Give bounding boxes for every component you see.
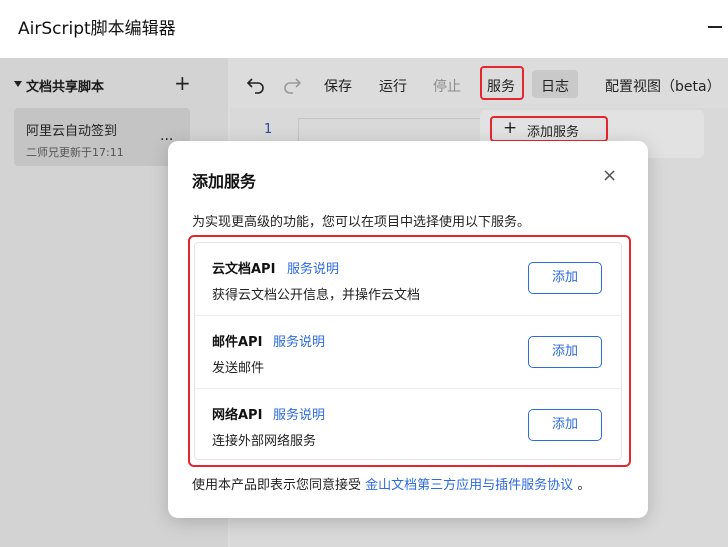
save-button[interactable]: 保存 [324,76,352,96]
dialog-title: 添加服务 [192,172,257,191]
code-line[interactable] [298,118,488,142]
caret-down-icon[interactable] [14,81,22,87]
app-title: AirScript脚本编辑器 [18,19,176,39]
footer-end: 。 [577,478,591,493]
minimize-icon[interactable] [708,26,722,28]
stop-button[interactable]: 停止 [433,76,461,96]
dialog-footer: 使用本产品即表示您同意接受 金山文档第三方应用与插件服务协议 。 [192,474,590,493]
run-button[interactable]: 运行 [379,76,407,96]
service-list-highlight-box [188,235,631,467]
footer-text: 使用本产品即表示您同意接受 [192,478,362,493]
service-agreement-link[interactable]: 金山文档第三方应用与插件服务协议 [365,478,573,493]
close-icon[interactable]: × [602,166,617,186]
line-number: 1 [264,122,273,137]
undo-icon[interactable] [246,74,266,99]
add-script-button[interactable]: + [174,72,191,94]
add-service-highlight-box [490,116,608,142]
config-view-button[interactable]: 配置视图（beta） [605,76,721,96]
script-name: 阿里云自动签到 [26,124,118,139]
more-icon[interactable]: ... [160,128,173,144]
dialog-description: 为实现更高级的功能，您可以在项目中选择使用以下服务。 [192,215,531,230]
script-meta: 二师兄更新于17:11 [26,146,124,159]
log-button[interactable]: 日志 [541,76,569,96]
services-highlight-box [480,66,524,100]
redo-icon[interactable] [282,74,302,99]
sidebar-header[interactable]: 文档共享脚本 [26,76,104,95]
